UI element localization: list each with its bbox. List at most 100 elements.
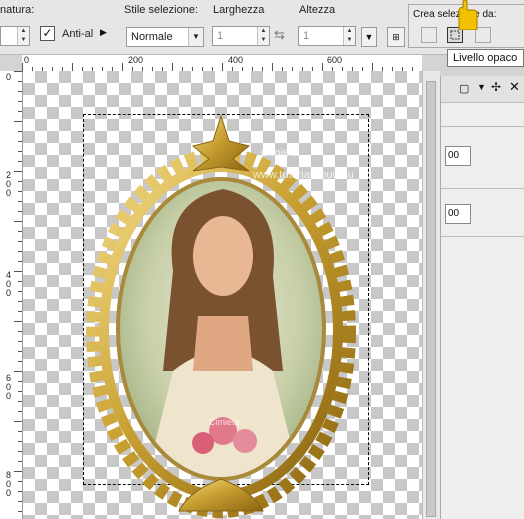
- ruler-tick: [18, 381, 22, 382]
- ruler-tick: [14, 371, 22, 372]
- ruler-tick: [18, 481, 22, 482]
- height-spinner[interactable]: 1 ▲ ▼: [298, 26, 356, 46]
- selection-style-select[interactable]: Normale ▼: [126, 27, 204, 47]
- ruler-tick: [18, 161, 22, 162]
- ruler-tick: [18, 341, 22, 342]
- watermark-text: Cimieta: [209, 417, 240, 427]
- ruler-tick: [372, 63, 373, 71]
- ruler-tick: [18, 251, 22, 252]
- ruler-tick: [14, 71, 22, 72]
- ruler-tick: [18, 411, 22, 412]
- ruler-tick: [18, 491, 22, 492]
- width-spinner[interactable]: 1 ▲ ▼: [212, 26, 270, 46]
- dropdown-chevron-icon[interactable]: ▼: [361, 27, 377, 47]
- ruler-tick: [18, 231, 22, 232]
- height-label: Altezza: [299, 4, 336, 16]
- ruler-tick: [14, 321, 22, 322]
- feather-label: natura:: [0, 4, 35, 16]
- spinner-arrows-icon[interactable]: ▲ ▼: [257, 27, 269, 45]
- width-label: Larghezza: [213, 4, 265, 16]
- ruler-tick: [18, 261, 22, 262]
- ruler-tick: [14, 121, 22, 122]
- custom-selection-icon[interactable]: ⊞: [387, 27, 405, 47]
- ruler-label: 8 0 0: [6, 470, 12, 498]
- tool-options-bar: natura: ▲ ▼ ✓ Anti-al ▶ Stile selezione: …: [0, 0, 524, 55]
- pin-icon[interactable]: ✢: [491, 80, 501, 94]
- ruler-tick: [18, 181, 22, 182]
- feather-spinner[interactable]: ▲ ▼: [0, 26, 30, 46]
- ruler-tick: [18, 431, 22, 432]
- current-selection-icon[interactable]: [421, 27, 437, 43]
- divider: [441, 188, 524, 189]
- swap-icon[interactable]: ⇆: [274, 27, 285, 43]
- ruler-tick: [18, 301, 22, 302]
- ruler-tick: [18, 351, 22, 352]
- ruler-tick: [222, 63, 223, 71]
- chevron-down-icon[interactable]: ▼: [188, 28, 203, 46]
- ruler-label: 2 0 0: [6, 170, 12, 198]
- ruler-tick: [18, 451, 22, 452]
- ruler-tick: [18, 111, 22, 112]
- width-value: 1: [217, 30, 224, 42]
- ruler-tick: [18, 91, 22, 92]
- ruler-tick: [172, 63, 173, 71]
- panel-value-field[interactable]: 00: [445, 146, 471, 166]
- ruler-tick: [18, 291, 22, 292]
- ruler-tick: [22, 63, 23, 71]
- ruler-tick: [18, 361, 22, 362]
- ruler-tick: [18, 401, 22, 402]
- vertical-scrollbar[interactable]: [422, 71, 440, 519]
- ruler-tick: [18, 241, 22, 242]
- pointing-hand-icon: [458, 0, 478, 30]
- ruler-tick: [18, 141, 22, 142]
- ruler-tick: [18, 101, 22, 102]
- layers-panel: ▢ ▼ ✢ ✕ 00 00: [440, 76, 524, 519]
- antialias-checkbox[interactable]: ✓: [40, 26, 55, 41]
- ruler-tick: [18, 391, 22, 392]
- watermark-text: Cimieta: [261, 147, 299, 159]
- ruler-tick: [18, 211, 22, 212]
- ruler-tick: [14, 471, 22, 472]
- ruler-tick: [18, 81, 22, 82]
- ruler-tick: [122, 63, 123, 71]
- framed-portrait-image: [86, 114, 356, 518]
- ruler-tick: [18, 131, 22, 132]
- ruler-tick: [14, 221, 22, 222]
- ruler-tick: [14, 421, 22, 422]
- ruler-label: 6 0 0: [6, 373, 12, 401]
- ruler-tick: [18, 191, 22, 192]
- ruler-tick: [18, 201, 22, 202]
- panel-value-field[interactable]: 00: [445, 204, 471, 224]
- ruler-label: 0: [6, 72, 12, 82]
- ruler-tick: [272, 63, 273, 71]
- ruler-tick: [322, 63, 323, 71]
- close-icon[interactable]: ✕: [509, 79, 520, 95]
- spinner-arrows-icon[interactable]: ▲ ▼: [343, 27, 355, 45]
- panel-header: ▢ ▼ ✢ ✕: [441, 76, 524, 103]
- ruler-tick: [18, 461, 22, 462]
- ruler-tick: [14, 271, 22, 272]
- scrollbar-thumb[interactable]: [426, 81, 436, 517]
- ruler-tick: [18, 511, 22, 512]
- selection-style-label: Stile selezione:: [124, 4, 198, 16]
- spinner-arrows-icon[interactable]: ▲ ▼: [17, 27, 29, 45]
- ruler-tick: [18, 331, 22, 332]
- divider: [441, 126, 524, 127]
- ruler-label: 0: [24, 55, 30, 65]
- more-arrow-icon[interactable]: ▶: [100, 27, 107, 38]
- vertical-ruler: 0 2 0 0 4 0 0 6 0 0 8 0 0: [0, 71, 23, 519]
- horizontal-ruler: 0 200 400 600: [22, 55, 422, 72]
- panel-window-icon[interactable]: ▢: [459, 82, 469, 95]
- ruler-tick: [18, 501, 22, 502]
- divider: [441, 236, 524, 237]
- chevron-down-icon[interactable]: ▼: [477, 82, 486, 92]
- ruler-label: 4 0 0: [6, 270, 12, 298]
- ruler-tick: [18, 311, 22, 312]
- ruler-label: 400: [228, 55, 244, 65]
- watermark-text: www.tutorialcloud.eu: [253, 169, 354, 181]
- ruler-label: 200: [128, 55, 144, 65]
- ruler-tick: [14, 171, 22, 172]
- ruler-tick: [18, 151, 22, 152]
- image-canvas[interactable]: Cimieta www.tutorialcloud.eu Cimieta: [23, 71, 422, 519]
- ruler-tick: [72, 63, 73, 71]
